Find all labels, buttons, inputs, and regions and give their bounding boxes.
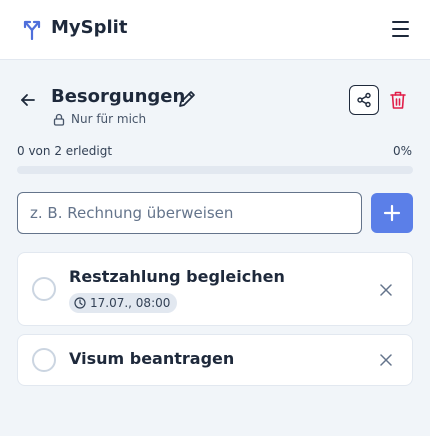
app-title: MySplit [51, 17, 128, 38]
visibility-label: Nur für mich [71, 112, 147, 126]
due-date-text: 17.07., 08:00 [90, 296, 171, 310]
task-item: Visum beantragen [17, 334, 413, 386]
hamburger-menu-icon[interactable] [392, 21, 412, 39]
top-bar: MySplit [0, 0, 430, 60]
share-button[interactable] [349, 85, 379, 115]
clock-icon [74, 297, 86, 309]
close-icon[interactable] [379, 283, 393, 297]
task-checkbox[interactable] [32, 348, 56, 372]
progress-bar [17, 166, 413, 174]
task-checkbox[interactable] [32, 277, 56, 301]
list-title: Besorgungen [51, 86, 186, 107]
pencil-icon[interactable] [177, 89, 197, 109]
arrow-left-icon[interactable] [19, 91, 37, 109]
task-title: Visum beantragen [69, 349, 235, 368]
share-icon [357, 92, 371, 108]
plus-icon [383, 204, 401, 222]
split-arrows-icon [23, 20, 41, 40]
due-date-badge[interactable]: 17.07., 08:00 [69, 293, 178, 313]
progress-label: 0 von 2 erledigt [17, 144, 113, 158]
task-title: Restzahlung begleichen [69, 267, 285, 286]
trash-icon[interactable] [389, 90, 407, 110]
lock-icon [53, 113, 65, 126]
task-item: Restzahlung begleichen 17.07., 08:00 [17, 252, 413, 326]
add-task-button[interactable] [371, 193, 413, 233]
visibility-info: Nur für mich [53, 111, 146, 127]
close-icon[interactable] [379, 353, 393, 367]
progress-percent: 0% [392, 144, 412, 158]
new-task-input[interactable] [17, 192, 362, 234]
